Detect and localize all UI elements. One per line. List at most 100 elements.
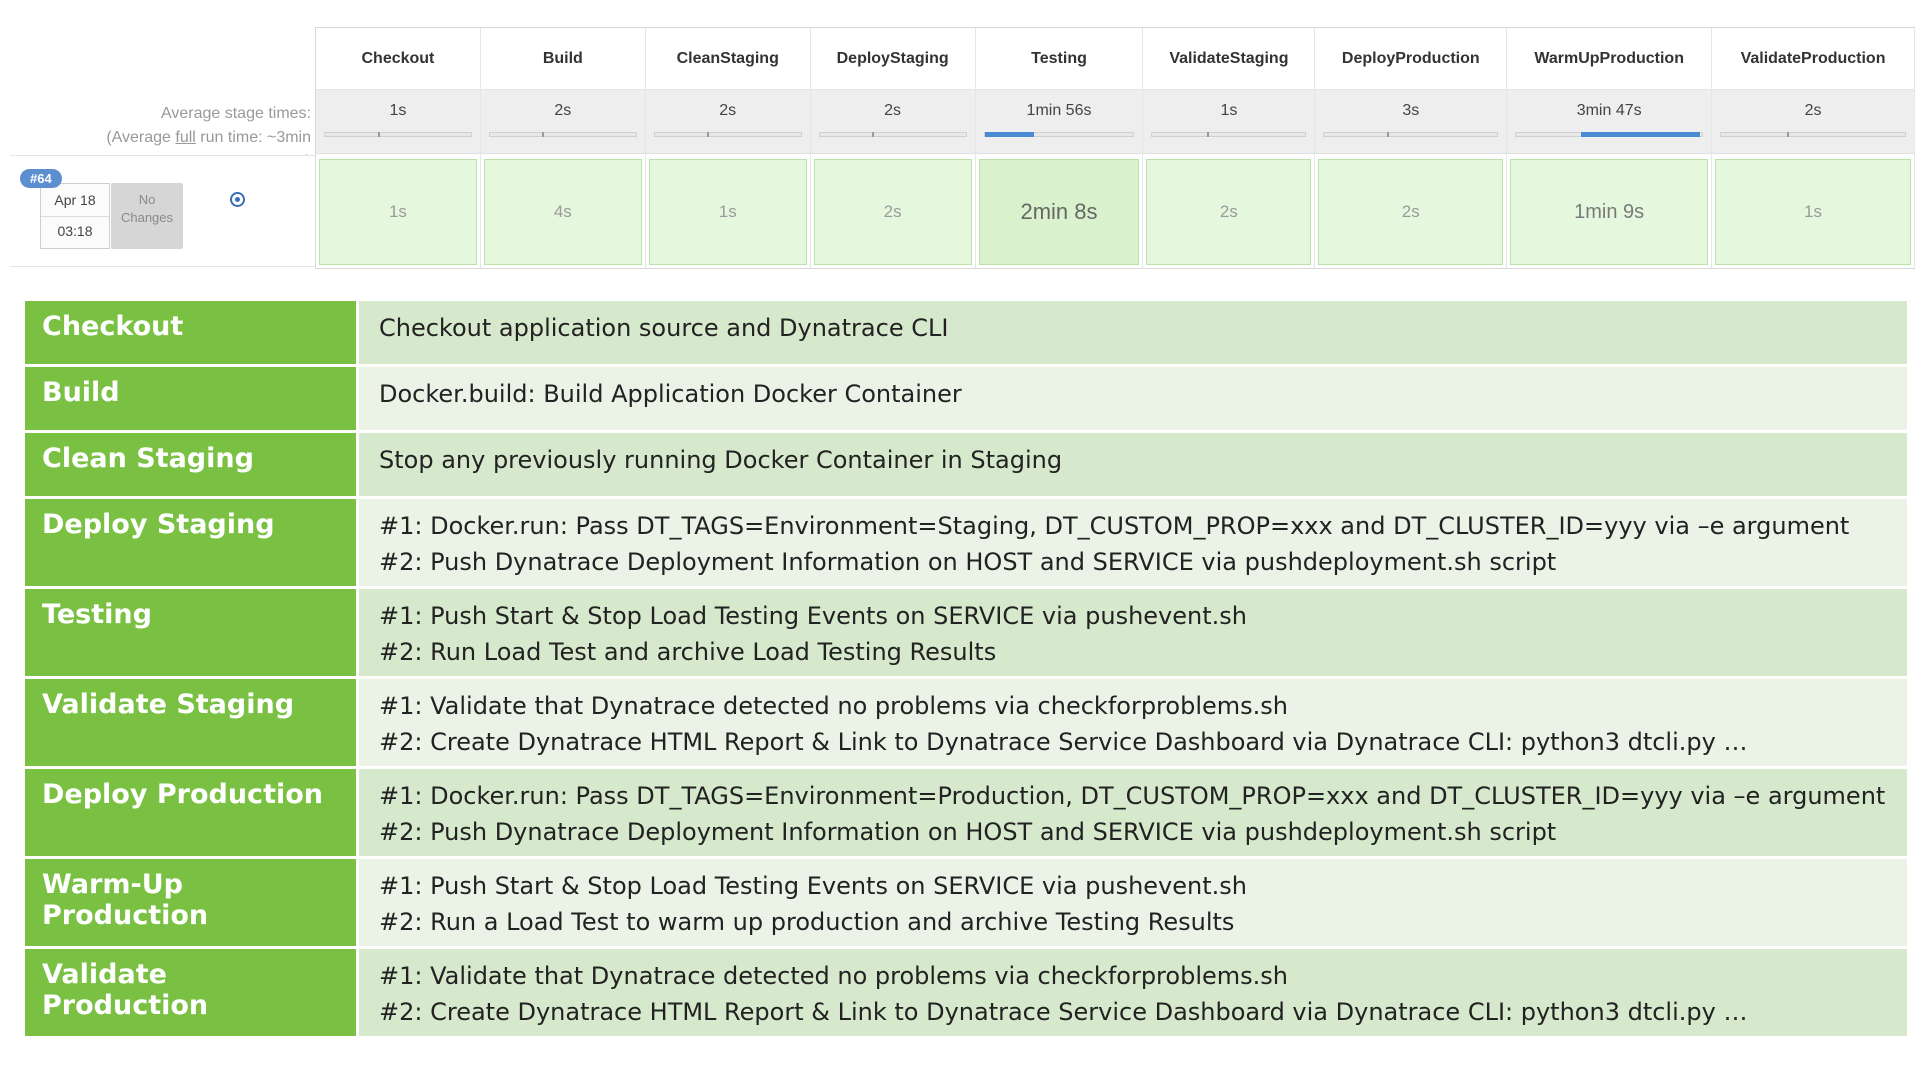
- stage-result-cell[interactable]: 2min 8s: [978, 159, 1140, 265]
- description-line1: #1: Docker.run: Pass DT_TAGS=Environment…: [379, 512, 1850, 540]
- stage-description-cell: Checkout application source and Dynatrac…: [356, 298, 1910, 367]
- stage-average-bar-tick: [1787, 132, 1790, 137]
- stage-name-cell: Validate Staging: [22, 676, 359, 769]
- stage-average: 3s: [1315, 90, 1507, 154]
- stage-name-cell: Testing: [22, 586, 359, 679]
- stage-column: Testing 1min 56s 2min 8s: [975, 28, 1144, 268]
- description-row: Checkout Checkout application source and …: [22, 298, 1910, 367]
- stage-average-bar: [488, 132, 637, 137]
- description-line1: #1: Push Start & Stop Load Testing Event…: [379, 602, 1247, 630]
- stage-description-cell: Docker.build: Build Application Docker C…: [356, 364, 1910, 433]
- stage-columns: Checkout 1s 1s Build 2s 4s CleanStaging 2s 1s Dep…: [315, 27, 1915, 269]
- build-time: 03:18: [41, 216, 109, 239]
- stage-header: Build: [480, 28, 645, 90]
- stage-header: Checkout: [316, 28, 480, 90]
- stage-description-table: Checkout Checkout application source and …: [22, 298, 1910, 1039]
- stage-name-cell: Deploy Staging: [22, 496, 359, 589]
- description-row: Deploy Staging #1: Docker.run: Pass DT_TA…: [22, 496, 1910, 589]
- description-line1: #1: Validate that Dynatrace detected no …: [379, 962, 1288, 990]
- build-date-box[interactable]: Apr 18 03:18: [40, 183, 110, 249]
- jenkins-stage-view: Average stage times: (Average full run t…: [10, 27, 1918, 269]
- description-line1: #1: Docker.run: Pass DT_TAGS=Environment…: [379, 782, 1886, 810]
- description-row: Deploy Production #1: Docker.run: Pass DT…: [22, 766, 1910, 859]
- stage-description-cell: #1: Validate that Dynatrace detected no …: [356, 676, 1910, 769]
- description-line2: #2: Run a Load Test to warm up productio…: [379, 908, 1235, 936]
- stage-average-time: 2s: [719, 102, 737, 119]
- stage-average-bar: [1323, 132, 1499, 137]
- stage-result-cell[interactable]: 2s: [1318, 159, 1504, 265]
- stage-average-bar: [983, 132, 1135, 137]
- stage-average-time: 2s: [1804, 102, 1822, 119]
- build-number-badge[interactable]: #64: [20, 169, 62, 188]
- stage-description-cell: #1: Docker.run: Pass DT_TAGS=Environment…: [356, 766, 1910, 859]
- stage-description-cell: #1: Push Start & Stop Load Testing Event…: [356, 586, 1910, 679]
- description-row: Warm-Up Production #1: Push Start & Stop …: [22, 856, 1910, 949]
- description-line1: Stop any previously running Docker Conta…: [379, 446, 1063, 474]
- stage-average-bar: [818, 132, 967, 137]
- changes-line2: Changes: [120, 210, 174, 225]
- stage-column: Checkout 1s 1s: [316, 28, 481, 268]
- stage-average-bar-tick: [1386, 132, 1389, 137]
- stage-average-bar-tick: [377, 132, 380, 137]
- page: Average stage times: (Average full run t…: [0, 0, 1920, 1080]
- stage-column: ValidateStaging 1s 2s: [1143, 28, 1316, 268]
- stage-result-cell[interactable]: 1s: [648, 159, 807, 265]
- stage-average-bar-tick: [1207, 132, 1210, 137]
- stage-header: ValidateStaging: [1143, 28, 1315, 90]
- stage-description-cell: #1: Validate that Dynatrace detected no …: [356, 946, 1910, 1039]
- description-row: Validate Staging #1: Validate that Dynatr…: [22, 676, 1910, 769]
- stage-header: DeployProduction: [1315, 28, 1507, 90]
- avg-label-post: run time: ~3min: [195, 129, 311, 146]
- stage-average: 1s: [1143, 90, 1315, 154]
- stage-average-time: 3s: [1402, 102, 1420, 119]
- description-row: Clean Staging Stop any previously running…: [22, 430, 1910, 499]
- stage-name-cell: Warm-Up Production: [22, 856, 359, 949]
- stage-column: DeployProduction 3s 2s: [1315, 28, 1508, 268]
- average-times-area: Average stage times: (Average full run t…: [10, 27, 315, 269]
- avg-label-line1: Average stage times:: [160, 105, 311, 122]
- stage-column: WarmUpProduction 3min 47s 1min 9s: [1507, 28, 1713, 268]
- stage-name-cell: Deploy Production: [22, 766, 359, 859]
- stage-average: 2s: [645, 90, 810, 154]
- stage-description-cell: #1: Docker.run: Pass DT_TAGS=Environment…: [356, 496, 1910, 589]
- avg-label-full: full: [175, 129, 196, 146]
- stage-average-time: 2s: [884, 102, 902, 119]
- stage-result-cell[interactable]: 1min 9s: [1510, 159, 1709, 265]
- stage-average: 1s: [316, 90, 480, 154]
- stage-header: CleanStaging: [645, 28, 810, 90]
- stage-average-bar: [1151, 132, 1307, 137]
- stage-name-cell: Build: [22, 364, 359, 433]
- stage-description-cell: #1: Push Start & Stop Load Testing Event…: [356, 856, 1910, 949]
- description-line2: #2: Create Dynatrace HTML Report & Link …: [379, 998, 1748, 1026]
- stage-result-cell[interactable]: 1s: [319, 159, 477, 265]
- description-row: Testing #1: Push Start & Stop Load Testin…: [22, 586, 1910, 679]
- stage-average-bar-fill: [1581, 132, 1701, 137]
- description-line1: #1: Push Start & Stop Load Testing Event…: [379, 872, 1247, 900]
- changes-box[interactable]: No Changes: [111, 183, 183, 249]
- stage-average-bar-tick: [707, 132, 710, 137]
- stage-average: 2s: [1712, 90, 1914, 154]
- stage-average-time: 2s: [554, 102, 572, 119]
- description-line2: #2: Create Dynatrace HTML Report & Link …: [379, 728, 1748, 756]
- stage-result-cell[interactable]: 2s: [813, 159, 972, 265]
- description-line1: #1: Validate that Dynatrace detected no …: [379, 692, 1288, 720]
- stage-header: ValidateProduction: [1712, 28, 1914, 90]
- stage-average-time: 1s: [1220, 102, 1238, 119]
- stage-result-cell[interactable]: 1s: [1715, 159, 1911, 265]
- avg-label-line2: (Average full run time: ~3min: [11, 126, 311, 150]
- stage-average-bar: [1720, 132, 1906, 137]
- stage-average: 2s: [810, 90, 975, 154]
- stage-average-bar-fill: [984, 132, 1034, 137]
- stage-column: CleanStaging 2s 1s: [645, 28, 811, 268]
- stage-average-time: 3min 47s: [1576, 102, 1642, 119]
- avg-label-pre: (Average: [106, 129, 176, 146]
- stage-result-cell[interactable]: 4s: [483, 159, 642, 265]
- description-row: Build Docker.build: Build Application Doc…: [22, 364, 1910, 433]
- description-line1: Docker.build: Build Application Docker C…: [379, 380, 962, 408]
- stage-result-cell[interactable]: 2s: [1146, 159, 1312, 265]
- console-output-icon[interactable]: [230, 192, 245, 207]
- stage-header: DeployStaging: [810, 28, 975, 90]
- build-date: Apr 18: [54, 192, 96, 208]
- stage-average-time: 1min 56s: [1026, 102, 1092, 119]
- changes-line1: No: [138, 192, 156, 207]
